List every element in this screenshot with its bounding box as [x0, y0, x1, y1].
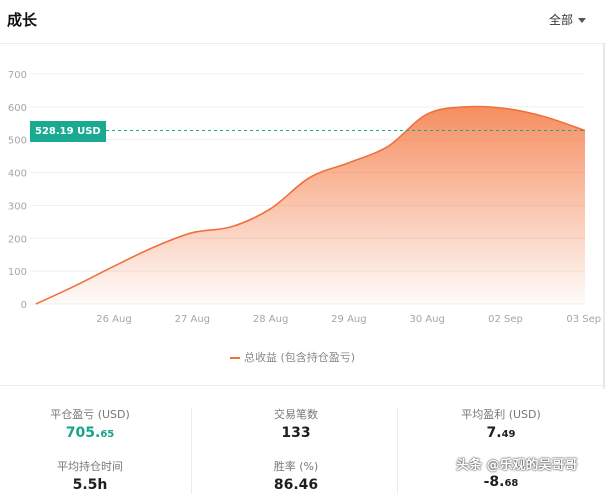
watermark: 头条 @乐观的吴哥哥 [456, 458, 578, 473]
legend-swatch [230, 357, 240, 359]
data-point [113, 265, 115, 267]
stat-value: -8.68 [411, 474, 591, 490]
data-point [426, 113, 428, 115]
x-tick-label: 29 Aug [331, 314, 366, 325]
stat-value-frac: 68 [504, 478, 519, 489]
header: 成长 全部 [0, 0, 606, 44]
data-point [152, 247, 154, 249]
x-tick-label: 03 Sep [566, 314, 601, 325]
stat-label: 平均持仓时间 [57, 460, 123, 473]
page-title: 成长 [7, 11, 38, 29]
stat-value-int: 705. [65, 425, 101, 441]
stats-divider [191, 408, 192, 494]
stat-avg-hold-time: 平均持仓时间 5.5h [0, 458, 180, 493]
stat-label: 交易笔数 [274, 408, 318, 421]
panel-divider [603, 44, 605, 389]
y-tick-label: 400 [8, 169, 27, 180]
x-tick-label: 26 Aug [96, 314, 131, 325]
data-point [466, 106, 468, 108]
stat-avg-profit: 平均盈利 (USD) 7.49 [411, 406, 591, 441]
stat-value-int: 7. [486, 425, 502, 441]
chart-legend[interactable]: 总收益 (包含持仓盈亏) [230, 349, 355, 365]
data-point [309, 177, 311, 179]
stat-label: 平均盈利 (USD) [461, 408, 541, 421]
stat-win-rate: 胜率 (%) 86.46 [206, 458, 386, 493]
data-point [35, 303, 37, 305]
data-point [74, 285, 76, 287]
stats-divider [397, 408, 398, 494]
stat-label: 平仓盈亏 (USD) [50, 408, 130, 421]
stat-value-frac: 65 [100, 429, 115, 440]
y-tick-label: 200 [8, 234, 27, 245]
x-tick-label: 28 Aug [253, 314, 288, 325]
data-point [192, 232, 194, 234]
range-filter-dropdown[interactable]: 全部 [549, 11, 586, 28]
stat-value: 86.46 [273, 477, 319, 493]
y-tick-label: 600 [8, 103, 27, 114]
y-tick-label: 700 [8, 70, 27, 81]
data-point [348, 162, 350, 164]
x-tick-label: 30 Aug [409, 314, 444, 325]
stat-value-int: -8. [483, 474, 505, 490]
stat-value: 7.49 [411, 425, 591, 441]
data-point [270, 208, 272, 210]
stat-trade-count: 交易笔数 133 [206, 406, 386, 441]
y-tick-label: 100 [8, 267, 27, 278]
stat-label: 胜率 (%) [273, 460, 319, 473]
data-point [544, 116, 546, 118]
range-filter-label: 全部 [548, 13, 573, 27]
data-point [387, 145, 389, 147]
stat-value: 705.65 [0, 425, 180, 441]
x-tick-label: 27 Aug [175, 314, 210, 325]
x-tick-label: 02 Sep [488, 314, 523, 325]
legend-label: 总收益 (包含持仓盈亏) [244, 351, 356, 364]
reference-price-tag: 528.19 USD [30, 121, 106, 142]
stat-realized-pnl: 平仓盈亏 (USD) 705.65 [0, 406, 180, 441]
caret-down-icon [578, 18, 586, 23]
stats-panel: 平仓盈亏 (USD) 705.65 交易笔数 133 平均盈利 (USD) 7.… [0, 385, 606, 497]
data-point [231, 226, 233, 228]
y-tick-label: 0 [21, 300, 27, 311]
growth-chart: 0 100 200 300 400 500 600 700 26 Aug 27 Aug 28 Aug… [8, 70, 601, 325]
y-tick-label: 300 [8, 201, 27, 212]
stat-value-frac: 49 [501, 429, 516, 440]
data-point [505, 108, 507, 110]
stat-value: 5.5h [72, 477, 108, 493]
data-point [584, 130, 586, 132]
y-tick-label: 500 [8, 136, 27, 147]
stat-value: 133 [281, 425, 311, 441]
